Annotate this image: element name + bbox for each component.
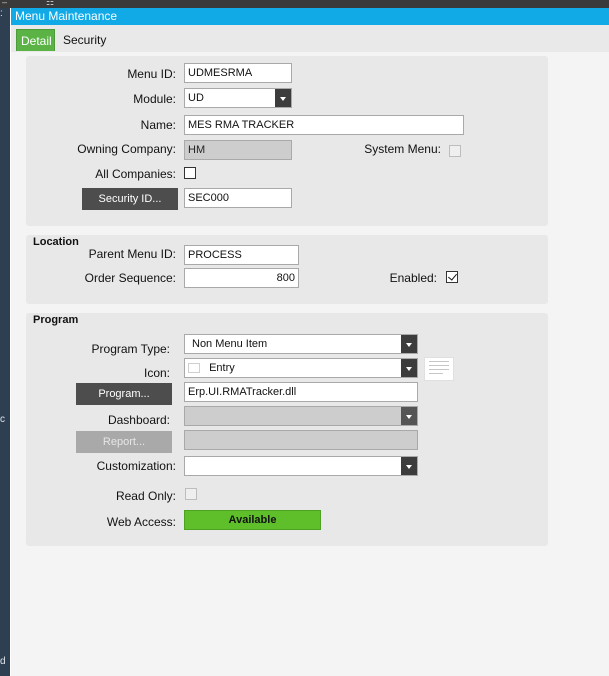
read-only-checkbox <box>185 488 197 500</box>
module-label: Module: <box>133 92 176 106</box>
sidebar-text-top: : <box>0 8 3 19</box>
program-type-value: Non Menu Item <box>192 338 268 350</box>
program-field[interactable]: Erp.UI.RMATracker.dll <box>184 382 418 402</box>
menu-id-label: Menu ID: <box>127 67 176 81</box>
module-value: UD <box>188 92 204 104</box>
parent-menu-id-label: Parent Menu ID: <box>88 247 176 261</box>
tab-security[interactable]: Security <box>59 29 110 51</box>
grid-icon[interactable]: ☷ <box>46 0 54 7</box>
entry-icon <box>188 363 200 374</box>
program-type-select[interactable]: Non Menu Item <box>184 334 418 354</box>
chevron-down-icon[interactable] <box>401 457 417 475</box>
dashboard-select <box>184 406 418 426</box>
module-select[interactable]: UD <box>184 88 292 108</box>
system-menu-label: System Menu: <box>364 142 441 156</box>
chevron-down-icon <box>401 407 417 425</box>
all-companies-checkbox[interactable] <box>184 167 196 179</box>
security-id-field[interactable]: SEC000 <box>184 188 292 208</box>
web-access-status: Available <box>184 510 321 530</box>
tab-detail[interactable]: Detail <box>16 29 55 51</box>
customization-select[interactable] <box>184 456 418 476</box>
sidebar-text-bottom: d <box>0 656 6 667</box>
order-sequence-field[interactable]: 800 <box>184 268 299 288</box>
name-label: Name: <box>140 118 176 132</box>
system-menu-checkbox <box>449 145 461 157</box>
customization-label: Customization: <box>96 459 176 473</box>
chevron-down-icon[interactable] <box>275 89 291 107</box>
enabled-label: Enabled: <box>389 271 437 285</box>
order-sequence-label: Order Sequence: <box>84 271 176 285</box>
web-access-label: Web Access: <box>106 515 176 529</box>
icon-preview-image <box>424 357 454 381</box>
owning-company-field: HM <box>184 140 292 160</box>
tab-bar: Detail Security <box>11 25 609 52</box>
program-section-title: Program <box>33 314 79 326</box>
icon-select[interactable]: Entry <box>184 358 418 378</box>
window-title: Menu Maintenance <box>11 8 609 25</box>
program-button[interactable]: Program... <box>76 383 172 405</box>
report-button: Report... <box>76 431 172 453</box>
top-toolbar: – ☷ <box>0 0 609 8</box>
location-section-title: Location <box>33 236 79 248</box>
minimize-icon[interactable]: – <box>2 0 7 7</box>
sidebar-text-mid: c <box>0 414 5 425</box>
icon-label: Icon: <box>143 366 170 380</box>
icon-value: Entry <box>209 362 235 374</box>
name-field[interactable]: MES RMA TRACKER <box>184 115 464 135</box>
chevron-down-icon[interactable] <box>401 335 417 353</box>
program-type-label: Program Type: <box>91 342 170 356</box>
all-companies-label: All Companies: <box>95 167 176 181</box>
left-sidebar-strip: : c d <box>0 8 10 676</box>
chevron-down-icon[interactable] <box>401 359 417 377</box>
owning-company-label: Owning Company: <box>77 142 176 156</box>
dashboard-label: Dashboard: <box>107 413 170 427</box>
parent-menu-id-field[interactable]: PROCESS <box>184 245 299 265</box>
menu-id-field[interactable]: UDMESRMA <box>184 63 292 83</box>
security-id-button[interactable]: Security ID... <box>82 188 178 210</box>
report-field <box>184 430 418 450</box>
read-only-label: Read Only: <box>115 489 176 503</box>
enabled-checkbox[interactable] <box>446 271 458 283</box>
